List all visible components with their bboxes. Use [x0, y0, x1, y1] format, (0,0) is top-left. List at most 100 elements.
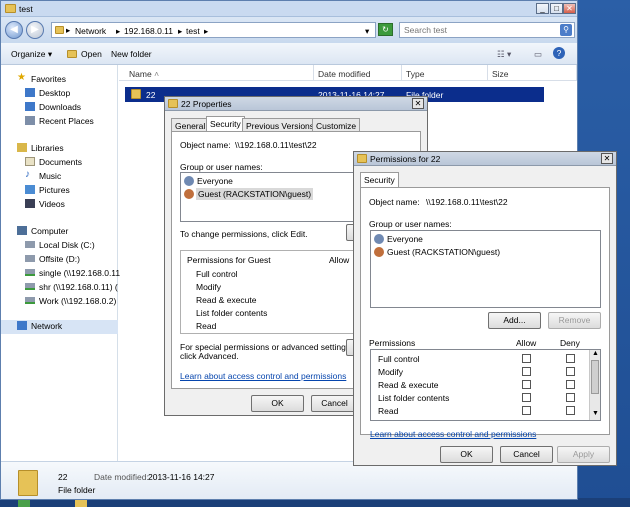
nav-downloads[interactable]: Downloads: [1, 101, 118, 114]
nav-recent-places[interactable]: Recent Places: [1, 115, 118, 128]
computer-icon: [17, 226, 27, 235]
maximize-button[interactable]: □: [550, 3, 563, 14]
properties-title: 22 Properties: [181, 99, 232, 109]
taskbar-app-icon[interactable]: [18, 500, 30, 507]
user-list: Everyone Guest (RACKSTATION\guest): [370, 230, 601, 308]
list-item[interactable]: Everyone: [197, 176, 233, 186]
nav-favorites[interactable]: ★ Favorites: [1, 72, 118, 86]
nav-computer[interactable]: Computer: [1, 225, 118, 238]
deny-header: Deny: [560, 338, 580, 348]
learn-access-control-link[interactable]: Learn about access control and permissio…: [370, 429, 536, 439]
remove-button[interactable]: Remove: [548, 312, 601, 329]
column-size[interactable]: Size: [488, 65, 577, 81]
nav-work-share[interactable]: Work (\\192.168.0.2): [1, 295, 118, 308]
ok-button[interactable]: OK: [251, 395, 304, 412]
ok-button[interactable]: OK: [440, 446, 493, 463]
permissions-close-button[interactable]: ✕: [601, 153, 613, 164]
permission-row: Full control: [196, 269, 238, 279]
music-icon: ♪: [25, 169, 30, 180]
breadcrumb-host[interactable]: 192.168.0.11: [124, 26, 173, 36]
nav-single-share[interactable]: single (\\192.168.0.11: [1, 267, 120, 280]
view-options-icon[interactable]: ☷ ▾: [497, 49, 511, 60]
group-names-label: Group or user names:: [180, 162, 263, 172]
new-folder-button[interactable]: New folder: [111, 49, 152, 59]
pictures-icon: [25, 185, 35, 194]
users-group-icon: [184, 176, 194, 186]
preview-pane-icon[interactable]: ▭: [534, 49, 542, 60]
permissions-title: Permissions for 22: [370, 154, 441, 164]
permissions-scrollbar[interactable]: ▲ ▼: [589, 350, 600, 420]
folder-icon: [5, 4, 16, 13]
tab-previous-versions[interactable]: Previous Versions: [242, 118, 319, 132]
tab-security[interactable]: Security: [360, 172, 399, 188]
allow-read-checkbox[interactable]: [522, 406, 531, 415]
add-button[interactable]: Add...: [488, 312, 541, 329]
nav-libraries[interactable]: Libraries: [1, 142, 118, 155]
deny-modify-checkbox[interactable]: [566, 367, 575, 376]
address-bar[interactable]: ▸ Network ▸ 192.168.0.11 ▸ test ▸ ▾: [51, 22, 376, 38]
permission-row: Read: [378, 406, 399, 416]
nav-network[interactable]: Network: [1, 320, 118, 334]
details-type: File folder: [58, 485, 96, 495]
properties-close-button[interactable]: ✕: [412, 98, 424, 109]
list-item[interactable]: Guest (RACKSTATION\guest): [196, 188, 314, 200]
tab-customize[interactable]: Customize: [312, 118, 361, 132]
nav-desktop[interactable]: Desktop: [1, 87, 118, 100]
breadcrumb-test[interactable]: test: [186, 26, 200, 36]
permissions-title-bar: Permissions for 22 ✕: [354, 152, 616, 166]
allow-full-control-checkbox[interactable]: [522, 354, 531, 363]
minimize-button[interactable]: _: [536, 3, 549, 14]
apply-button[interactable]: Apply: [557, 446, 610, 463]
nav-pictures[interactable]: Pictures: [1, 184, 118, 197]
libraries-icon: [17, 143, 27, 152]
refresh-icon[interactable]: ↻: [378, 23, 393, 36]
permission-row: Modify: [196, 282, 222, 292]
downloads-icon: [25, 102, 35, 111]
address-dropdown-icon[interactable]: ▾: [365, 26, 369, 37]
nav-offsite[interactable]: Offsite (D:): [1, 253, 118, 266]
allow-list-folder-checkbox[interactable]: [522, 393, 531, 402]
help-icon[interactable]: ?: [553, 47, 565, 59]
column-date-modified[interactable]: Date modified: [314, 65, 402, 81]
details-pane: 22 Date modified: 2013-11-16 14:27 File …: [1, 461, 577, 499]
back-button[interactable]: ◀: [5, 21, 23, 39]
nav-documents[interactable]: Documents: [1, 156, 118, 169]
tab-general[interactable]: General: [171, 118, 210, 132]
organize-button[interactable]: Organize ▾: [11, 49, 52, 60]
tab-security[interactable]: Security: [206, 116, 245, 132]
nav-videos[interactable]: Videos: [1, 198, 118, 211]
forward-button[interactable]: ▶: [26, 21, 44, 39]
cancel-button[interactable]: Cancel: [500, 446, 553, 463]
deny-read-execute-checkbox[interactable]: [566, 380, 575, 389]
list-item[interactable]: Everyone: [387, 234, 423, 244]
deny-list-folder-checkbox[interactable]: [566, 393, 575, 402]
cancel-button[interactable]: Cancel: [311, 395, 358, 412]
search-input[interactable]: [400, 23, 555, 37]
desktop-icon: [25, 88, 35, 97]
nav-shr-share[interactable]: shr (\\192.168.0.11) (: [1, 281, 118, 294]
object-name-value: \\192.168.0.11\test\22: [235, 140, 317, 150]
open-icon: [67, 50, 77, 58]
allow-read-execute-checkbox[interactable]: [522, 380, 531, 389]
folder-icon: [131, 89, 141, 99]
allow-modify-checkbox[interactable]: [522, 367, 531, 376]
search-icon[interactable]: ⚲: [560, 24, 572, 36]
scroll-up-icon[interactable]: ▲: [592, 350, 599, 357]
nav-local-disk[interactable]: Local Disk (C:): [1, 239, 118, 252]
scroll-thumb[interactable]: [591, 360, 599, 394]
taskbar-folder-icon[interactable]: [75, 500, 87, 507]
change-permissions-text: To change permissions, click Edit.: [180, 229, 308, 239]
users-group-icon: [374, 234, 384, 244]
learn-access-control-link[interactable]: Learn about access control and permissio…: [180, 371, 346, 381]
search-field[interactable]: ⚲: [399, 22, 575, 38]
scroll-down-icon[interactable]: ▼: [592, 410, 599, 417]
column-type[interactable]: Type: [402, 65, 488, 81]
open-button[interactable]: Open: [81, 49, 102, 59]
close-button[interactable]: ✕: [563, 3, 576, 14]
breadcrumb-network[interactable]: Network: [75, 26, 106, 36]
list-item[interactable]: Guest (RACKSTATION\guest): [387, 247, 500, 257]
column-name[interactable]: Name ˄: [119, 65, 314, 81]
deny-full-control-checkbox[interactable]: [566, 354, 575, 363]
deny-read-checkbox[interactable]: [566, 406, 575, 415]
nav-music[interactable]: ♪ Music: [1, 169, 118, 183]
